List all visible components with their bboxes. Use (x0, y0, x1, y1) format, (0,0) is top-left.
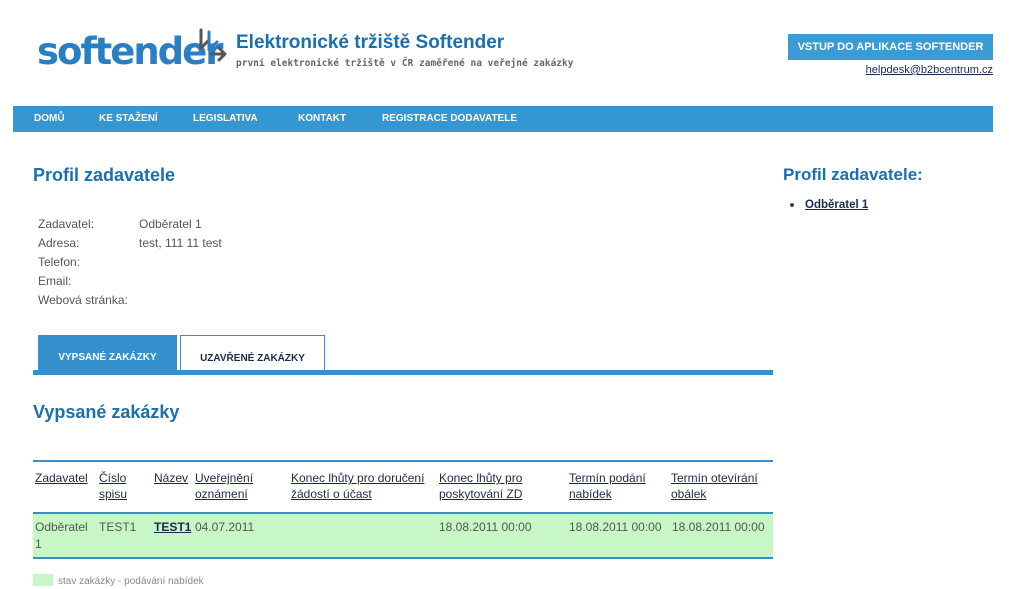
sidebar-item-authority[interactable]: Odběratel 1 (805, 197, 868, 213)
helpdesk-email-link[interactable]: helpdesk@b2bcentrum.cz (866, 63, 993, 77)
column-header-opening-date[interactable]: Termín otevírání obálek (671, 470, 771, 502)
cell-file-number: TEST1 (99, 520, 137, 534)
info-label-phone: Telefon: (38, 255, 81, 269)
cell-bid-deadline: 18.08.2011 00:00 (569, 520, 662, 534)
cell-name-link[interactable]: TEST1 (154, 519, 191, 536)
site-title: Elektronické tržiště Softender (236, 32, 505, 53)
logo-arrows-icon (199, 28, 227, 62)
tab-closed-contracts[interactable]: UZAVŘENÉ ZAKÁZKY (180, 335, 325, 370)
tab-underline (33, 370, 773, 375)
cell-documentation-deadline: 18.08.2011 00:00 (439, 520, 532, 534)
site-subtitle: první elektronické tržiště v ČR zaměřené… (236, 58, 574, 69)
sidebar-title: Profil zadavatele: (783, 165, 923, 184)
info-label-address: Adresa: (38, 236, 80, 250)
column-header-documentation-deadline[interactable]: Konec lhůty pro poskytování ZD (439, 470, 549, 502)
info-value-authority: Odběratel 1 (139, 217, 202, 231)
legend-text: stav zakázky - podávání nabídek (58, 576, 204, 587)
nav-item-legislation[interactable]: LEGISLATIVA (193, 106, 258, 132)
column-header-name[interactable]: Název (154, 470, 192, 486)
table-row (33, 512, 773, 559)
softender-logo[interactable]: softender (37, 28, 227, 78)
info-label-authority: Zadavatel: (38, 217, 95, 231)
info-label-website: Webová stránka: (38, 293, 128, 307)
main-nav: DOMŮ KE STAŽENÍ LEGISLATIVA KONTAKT REGI… (13, 106, 993, 132)
nav-item-home[interactable]: DOMŮ (34, 106, 65, 132)
cell-authority: Odběratel 1 (35, 520, 88, 551)
tab-open-contracts[interactable]: VYPSANÉ ZAKÁZKY (38, 335, 177, 370)
enter-app-button[interactable]: VSTUP DO APLIKACE SOFTENDER (788, 34, 993, 60)
column-header-participation-deadline[interactable]: Konec lhůty pro doručení žádostí o účast (291, 470, 436, 502)
info-label-email: Email: (38, 274, 72, 288)
nav-item-downloads[interactable]: KE STAŽENÍ (99, 106, 158, 132)
page-title: Profil zadavatele (33, 165, 176, 185)
cell-opening-date: 18.08.2011 00:00 (672, 520, 765, 534)
column-header-file-number[interactable]: Číslo spisu (99, 470, 139, 502)
info-value-address: test, 111 11 test (139, 236, 222, 250)
nav-item-supplier-registration[interactable]: REGISTRACE DODAVATELE (382, 106, 517, 132)
legend-color-swatch (33, 574, 53, 586)
column-header-publication-date[interactable]: Uveřejnění oznámení (195, 470, 271, 502)
column-header-bid-deadline[interactable]: Termín podání nabídek (569, 470, 669, 502)
table-top-border (33, 460, 773, 462)
nav-item-contact[interactable]: KONTAKT (298, 106, 346, 132)
logo-text: softender (37, 30, 223, 73)
bullet-icon (790, 203, 794, 207)
column-header-authority[interactable]: Zadavatel (35, 470, 95, 486)
cell-publication-date: 04.07.2011 (195, 520, 255, 534)
section-title: Vypsané zakázky (33, 402, 180, 422)
